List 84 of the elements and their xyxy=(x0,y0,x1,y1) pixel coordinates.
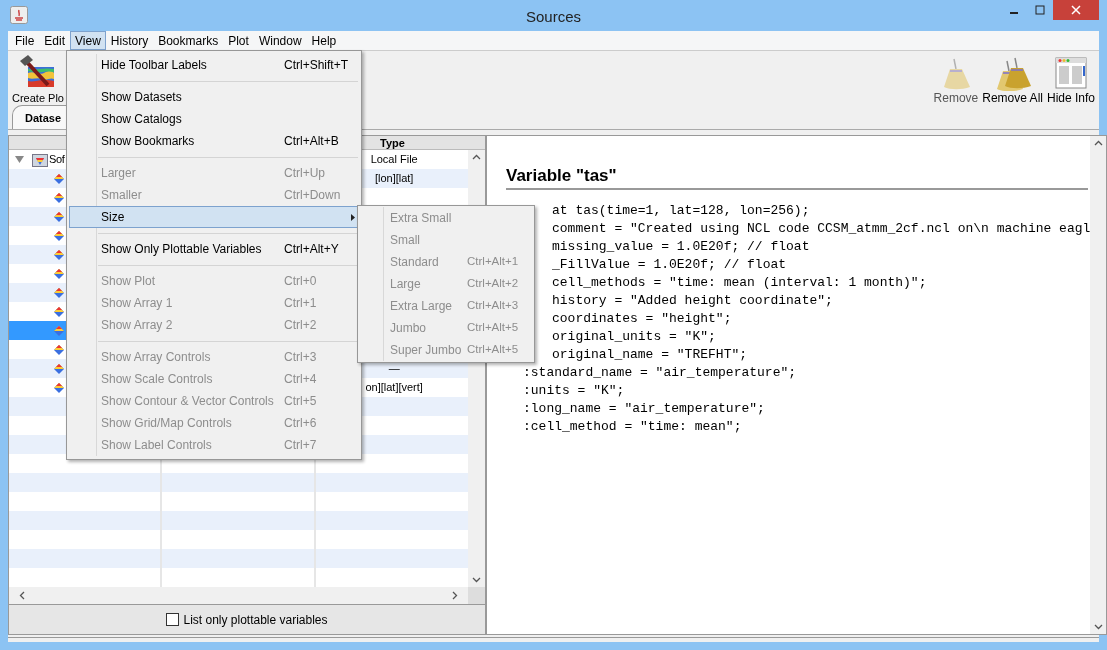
table-cell-text: Local File xyxy=(370,152,418,168)
variable-icon xyxy=(53,191,65,204)
code-line: at tas(time=1, lat=128, lon=256); xyxy=(552,202,810,220)
menu-item[interactable]: History xyxy=(105,31,154,50)
menu-item[interactable]: Hide Toolbar Labels Ctrl+Shift+T xyxy=(69,54,359,76)
menu-item[interactable]: Plot xyxy=(223,31,254,50)
scroll-down-icon[interactable] xyxy=(1093,624,1103,630)
expand-arrow-icon[interactable] xyxy=(15,156,24,163)
table-cell-text: on][lat][vert] xyxy=(365,380,423,396)
variable-icon xyxy=(53,381,65,394)
shortcut-label: Ctrl+Shift+T xyxy=(284,57,349,74)
menu-item[interactable]: File xyxy=(10,31,40,50)
code-line: cell_methods = "time: mean (interval: 1 month)"; xyxy=(552,274,927,292)
shortcut-label: Ctrl+Alt+5 xyxy=(467,320,519,336)
table-cell-text: [lon][lat] xyxy=(374,171,414,187)
window-icon xyxy=(1053,55,1089,91)
code-line: coordinates = "height"; xyxy=(552,310,732,328)
shortcut-label: Ctrl+Alt+Y xyxy=(284,241,339,258)
code-line: missing_value = 1.0E20f; // float xyxy=(552,238,810,256)
menu-item[interactable]: Edit xyxy=(39,31,71,50)
minimize-icon xyxy=(1009,12,1019,14)
dataset-icon xyxy=(32,152,48,167)
shortcut-label: Ctrl+Down xyxy=(284,187,341,204)
variable-icon xyxy=(53,267,65,280)
shortcut-label: Ctrl+4 xyxy=(284,371,317,388)
variable-icon xyxy=(53,324,65,337)
code-line: :cell_method = "time: mean"; xyxy=(523,418,742,436)
variable-icon xyxy=(53,286,65,299)
variable-icon xyxy=(53,172,65,185)
shortcut-label: Ctrl+6 xyxy=(284,415,317,432)
tree-label: Sof xyxy=(49,152,65,168)
remove-all-button[interactable]: Remove All xyxy=(982,55,1043,105)
shortcut-label: Ctrl+7 xyxy=(284,437,317,454)
table-cell-text: — xyxy=(388,361,400,377)
code-line: original_units = "K"; xyxy=(552,328,716,346)
shortcut-label: Ctrl+Alt+1 xyxy=(467,254,519,270)
checkbox[interactable] xyxy=(166,613,180,626)
code-line: :long_name = "air_temperature"; xyxy=(523,400,765,418)
close-icon xyxy=(1071,5,1081,15)
menu-item[interactable]: Size xyxy=(69,206,359,228)
scroll-right-icon[interactable] xyxy=(452,591,458,600)
menu-item[interactable]: Window xyxy=(253,31,307,50)
shortcut-label: Ctrl+Alt+B xyxy=(284,133,339,150)
menu-item[interactable]: Bookmarks xyxy=(153,31,224,50)
scroll-left-icon[interactable] xyxy=(19,591,25,600)
create-plot-button[interactable]: Create Plo xyxy=(10,55,66,105)
vertical-scrollbar[interactable] xyxy=(1090,136,1107,634)
code-line: _FillValue = 1.0E20f; // float xyxy=(552,256,787,274)
variable-icon xyxy=(53,362,65,375)
code-line: :units = "K"; xyxy=(523,382,625,400)
checkbox-label: List only plottable variables xyxy=(183,611,328,629)
shortcut-label: Ctrl+5 xyxy=(284,393,317,410)
variable-icon xyxy=(53,210,65,223)
window-title: Sources xyxy=(526,7,581,27)
shortcut-label: Ctrl+Alt+5 xyxy=(467,342,519,358)
shortcut-label: Ctrl+Up xyxy=(284,165,325,182)
hide-info-button[interactable]: Hide Info xyxy=(1046,55,1095,105)
maximize-icon xyxy=(1035,5,1045,15)
shortcut-label: Ctrl+Alt+2 xyxy=(467,276,519,292)
menu-item[interactable]: View xyxy=(70,31,106,50)
code-line: history = "Added height coordinate"; xyxy=(552,292,833,310)
menu-item[interactable]: Show Only Plottable Variables Ctrl+Alt+Y xyxy=(69,238,359,260)
shortcut-label: Ctrl+3 xyxy=(284,349,317,366)
app-icon xyxy=(10,6,28,24)
shortcut-label: Ctrl+0 xyxy=(284,273,317,290)
code-line: original_name = "TREFHT"; xyxy=(552,346,748,364)
scroll-down-icon[interactable] xyxy=(472,577,481,583)
menu-item[interactable]: Show Datasets xyxy=(69,86,359,108)
scroll-up-icon[interactable] xyxy=(472,154,481,160)
column-header[interactable]: Type xyxy=(380,136,405,149)
submenu-arrow-icon xyxy=(351,213,355,221)
scroll-up-icon[interactable] xyxy=(1093,140,1103,146)
shortcut-label: Ctrl+1 xyxy=(284,295,317,312)
variable-icon xyxy=(53,229,65,242)
menu-item[interactable]: Help xyxy=(306,31,342,50)
code-line: :standard_name = "air_temperature"; xyxy=(523,364,797,382)
variable-icon xyxy=(53,248,65,261)
variable-icon xyxy=(53,305,65,318)
code-line: comment = "Created using NCL code CCSM_atmm_2cf.ncl on\n machine eagl xyxy=(552,220,1091,238)
info-heading: Variable "tas" xyxy=(506,166,1089,190)
shortcut-label: Ctrl+2 xyxy=(284,317,317,334)
shortcut-label: Ctrl+Alt+3 xyxy=(467,298,519,314)
menu-item[interactable]: Show Bookmarks Ctrl+Alt+B xyxy=(69,130,359,152)
variable-icon xyxy=(53,343,65,356)
